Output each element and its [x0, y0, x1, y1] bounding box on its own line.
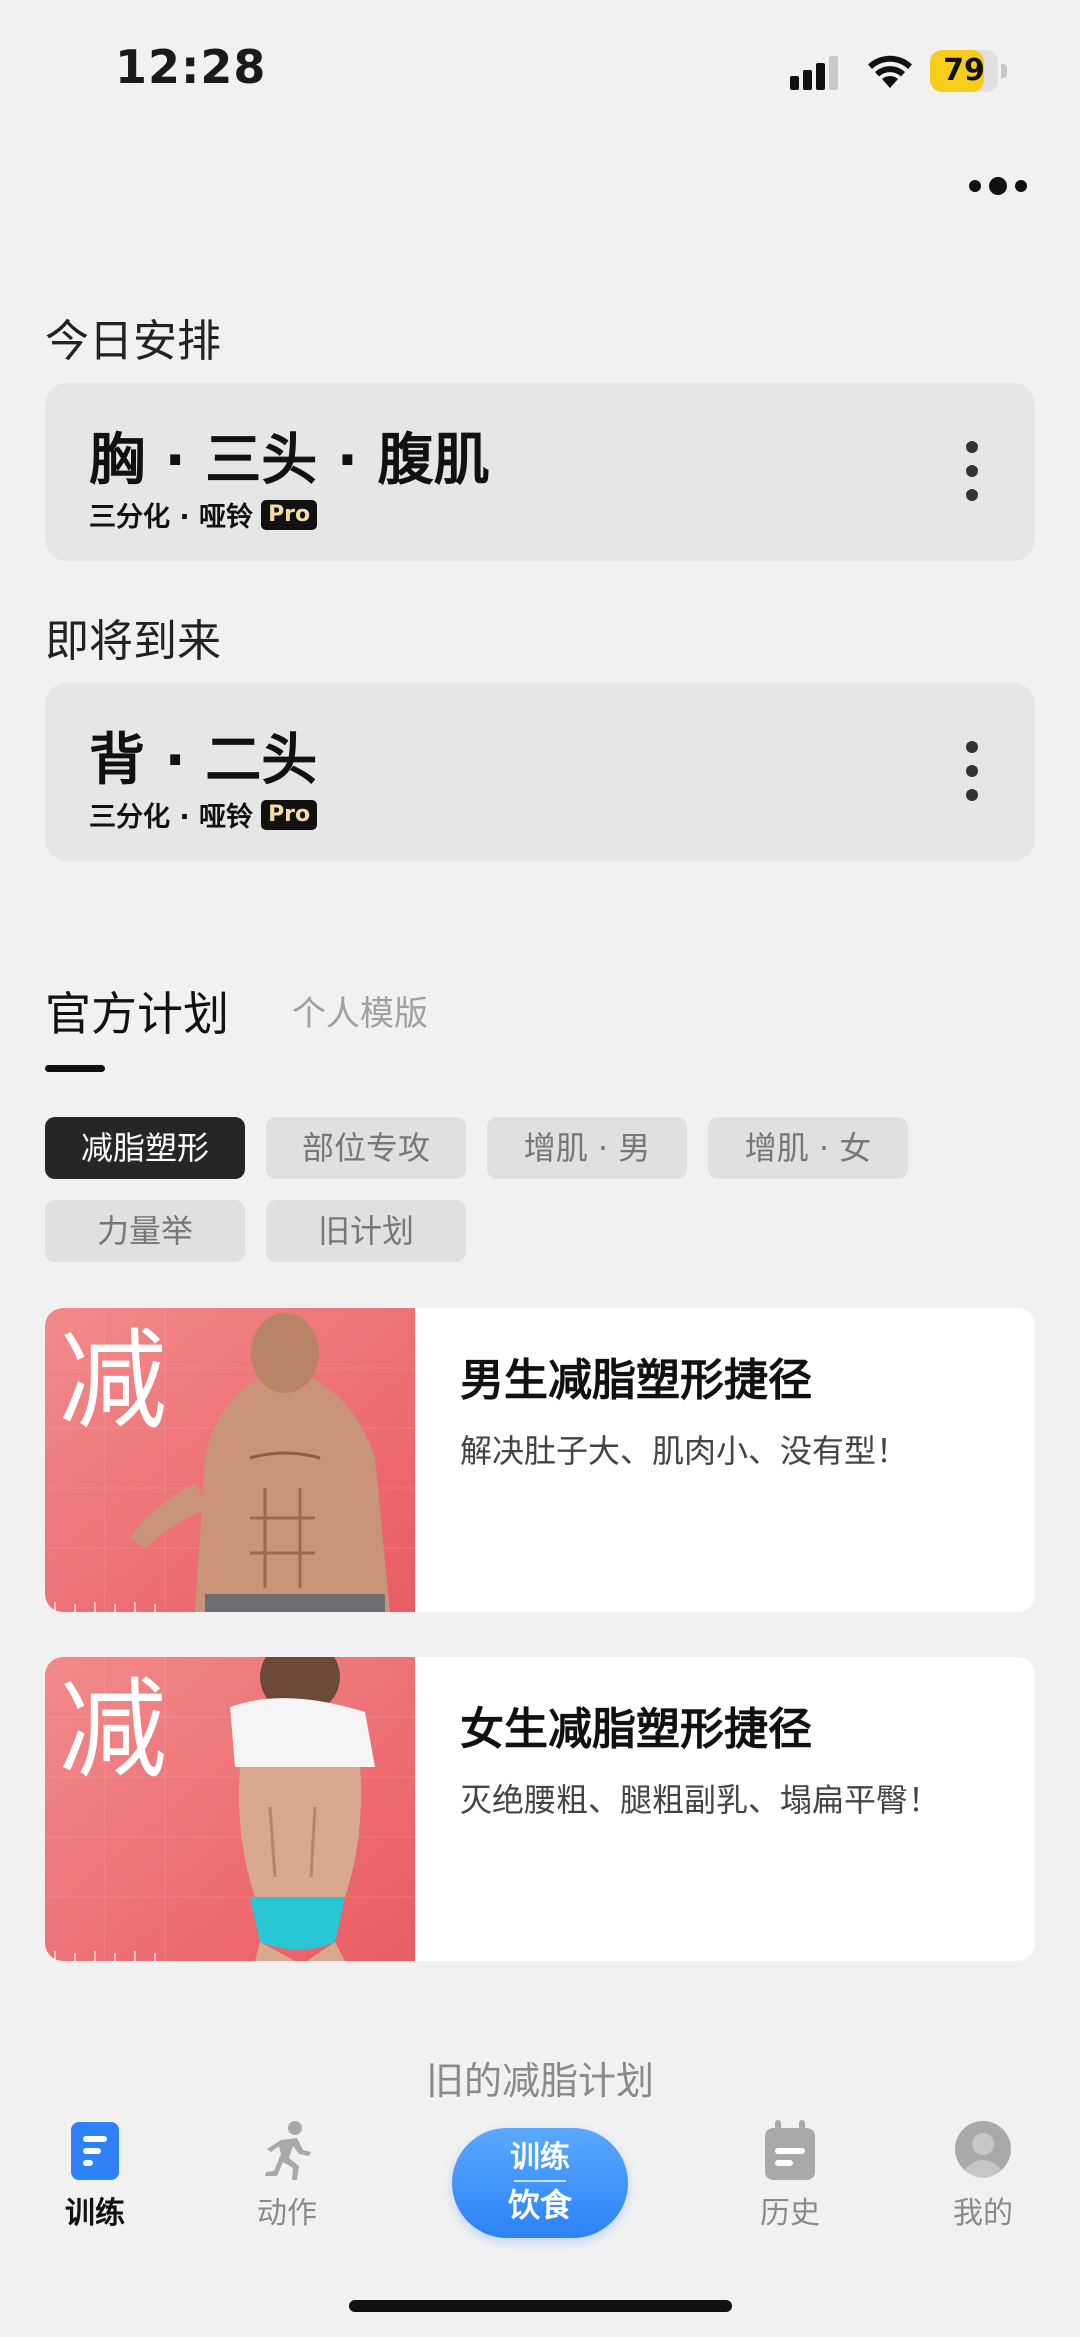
tab-train-label: 训练: [65, 2196, 125, 2231]
pro-badge: Pro: [261, 499, 318, 530]
upcoming-plan-name: 背 · 二头: [89, 728, 318, 793]
today-section-title: 今日安排: [45, 316, 221, 367]
upcoming-plan-meta: 三分化 · 哑铃: [89, 802, 254, 833]
chip-muscle-female[interactable]: 增肌 · 女: [708, 1117, 908, 1179]
chip-old-plans[interactable]: 旧计划: [266, 1200, 466, 1262]
promo-image-female-glyph: 减: [59, 1668, 167, 1793]
status-time: 12:28: [115, 40, 267, 94]
user-avatar-icon: [955, 2121, 1011, 2178]
promo-image-male-glyph: 减: [59, 1319, 167, 1444]
promo-title-male: 男生减脂塑形捷径: [460, 1355, 812, 1406]
battery-indicator: 79: [930, 50, 1008, 92]
promo-desc-female: 灭绝腰粗、腿粗副乳、塌扁平臀！: [460, 1781, 941, 1819]
promo-image-female: 减: [45, 1657, 415, 1961]
calendar-icon: [765, 2120, 815, 2180]
today-plan-meta: 三分化 · 哑铃: [89, 502, 254, 533]
status-bar: 12:28 79: [0, 0, 1080, 140]
tab-history[interactable]: 历史: [710, 2120, 870, 2232]
center-button-bottom-label: 饮食: [507, 2186, 572, 2224]
center-button-top-label: 训练: [510, 2140, 570, 2175]
cellular-signal-icon: [790, 56, 838, 90]
tab-history-label: 历史: [760, 2196, 820, 2231]
upcoming-plan-menu-icon[interactable]: [965, 741, 979, 801]
old-fat-loss-plans-link[interactable]: 旧的减脂计划: [0, 2050, 1080, 2105]
upcoming-section-title: 即将到来: [45, 616, 221, 667]
promo-title-female: 女生减脂塑形捷径: [460, 1704, 812, 1755]
today-plan-menu-icon[interactable]: [965, 441, 979, 501]
tab-mine-label: 我的: [953, 2196, 1013, 2231]
running-figure-icon: [265, 2121, 311, 2180]
promo-card-male[interactable]: 减 男生减脂塑形捷径 解决肚子大、肌肉小、没有型！: [45, 1308, 1035, 1612]
tab-train[interactable]: 训练: [15, 2120, 175, 2232]
promo-card-female[interactable]: 减 女生减脂塑形捷径 灭绝腰粗、腿粗副乳、塌扁平臀！: [45, 1657, 1035, 1961]
tab-official-plans[interactable]: 官方计划: [45, 978, 229, 1044]
train-diet-switch-button[interactable]: 训练 饮食: [452, 2128, 628, 2238]
active-tab-indicator: [45, 1065, 105, 1072]
today-plan-subtitle: 三分化 · 哑铃 Pro: [89, 495, 318, 534]
upcoming-plan-subtitle: 三分化 · 哑铃 Pro: [89, 795, 318, 834]
chip-muscle-male[interactable]: 增肌 · 男: [487, 1117, 687, 1179]
tab-actions-label: 动作: [257, 2196, 317, 2231]
today-plan-name: 胸 · 三头 · 腹肌: [89, 428, 490, 493]
train-doc-icon: [71, 2122, 119, 2180]
promo-image-male: 减: [45, 1308, 415, 1612]
more-options-icon[interactable]: [966, 168, 1030, 204]
battery-percent: 79: [943, 53, 985, 88]
tab-personal-templates[interactable]: 个人模版: [292, 986, 428, 1035]
upcoming-plan-card[interactable]: 背 · 二头 三分化 · 哑铃 Pro: [45, 683, 1035, 861]
chip-fat-loss[interactable]: 减脂塑形: [45, 1117, 245, 1179]
promo-desc-male: 解决肚子大、肌肉小、没有型！: [460, 1432, 909, 1470]
pro-badge: Pro: [261, 799, 318, 830]
today-plan-card[interactable]: 胸 · 三头 · 腹肌 三分化 · 哑铃 Pro: [45, 383, 1035, 561]
tab-actions[interactable]: 动作: [207, 2120, 367, 2232]
wifi-icon: [868, 55, 912, 88]
chip-powerlifting[interactable]: 力量举: [45, 1200, 245, 1262]
home-indicator: [349, 2300, 732, 2312]
tab-mine[interactable]: 我的: [903, 2120, 1063, 2232]
chip-targeted[interactable]: 部位专攻: [266, 1117, 466, 1179]
